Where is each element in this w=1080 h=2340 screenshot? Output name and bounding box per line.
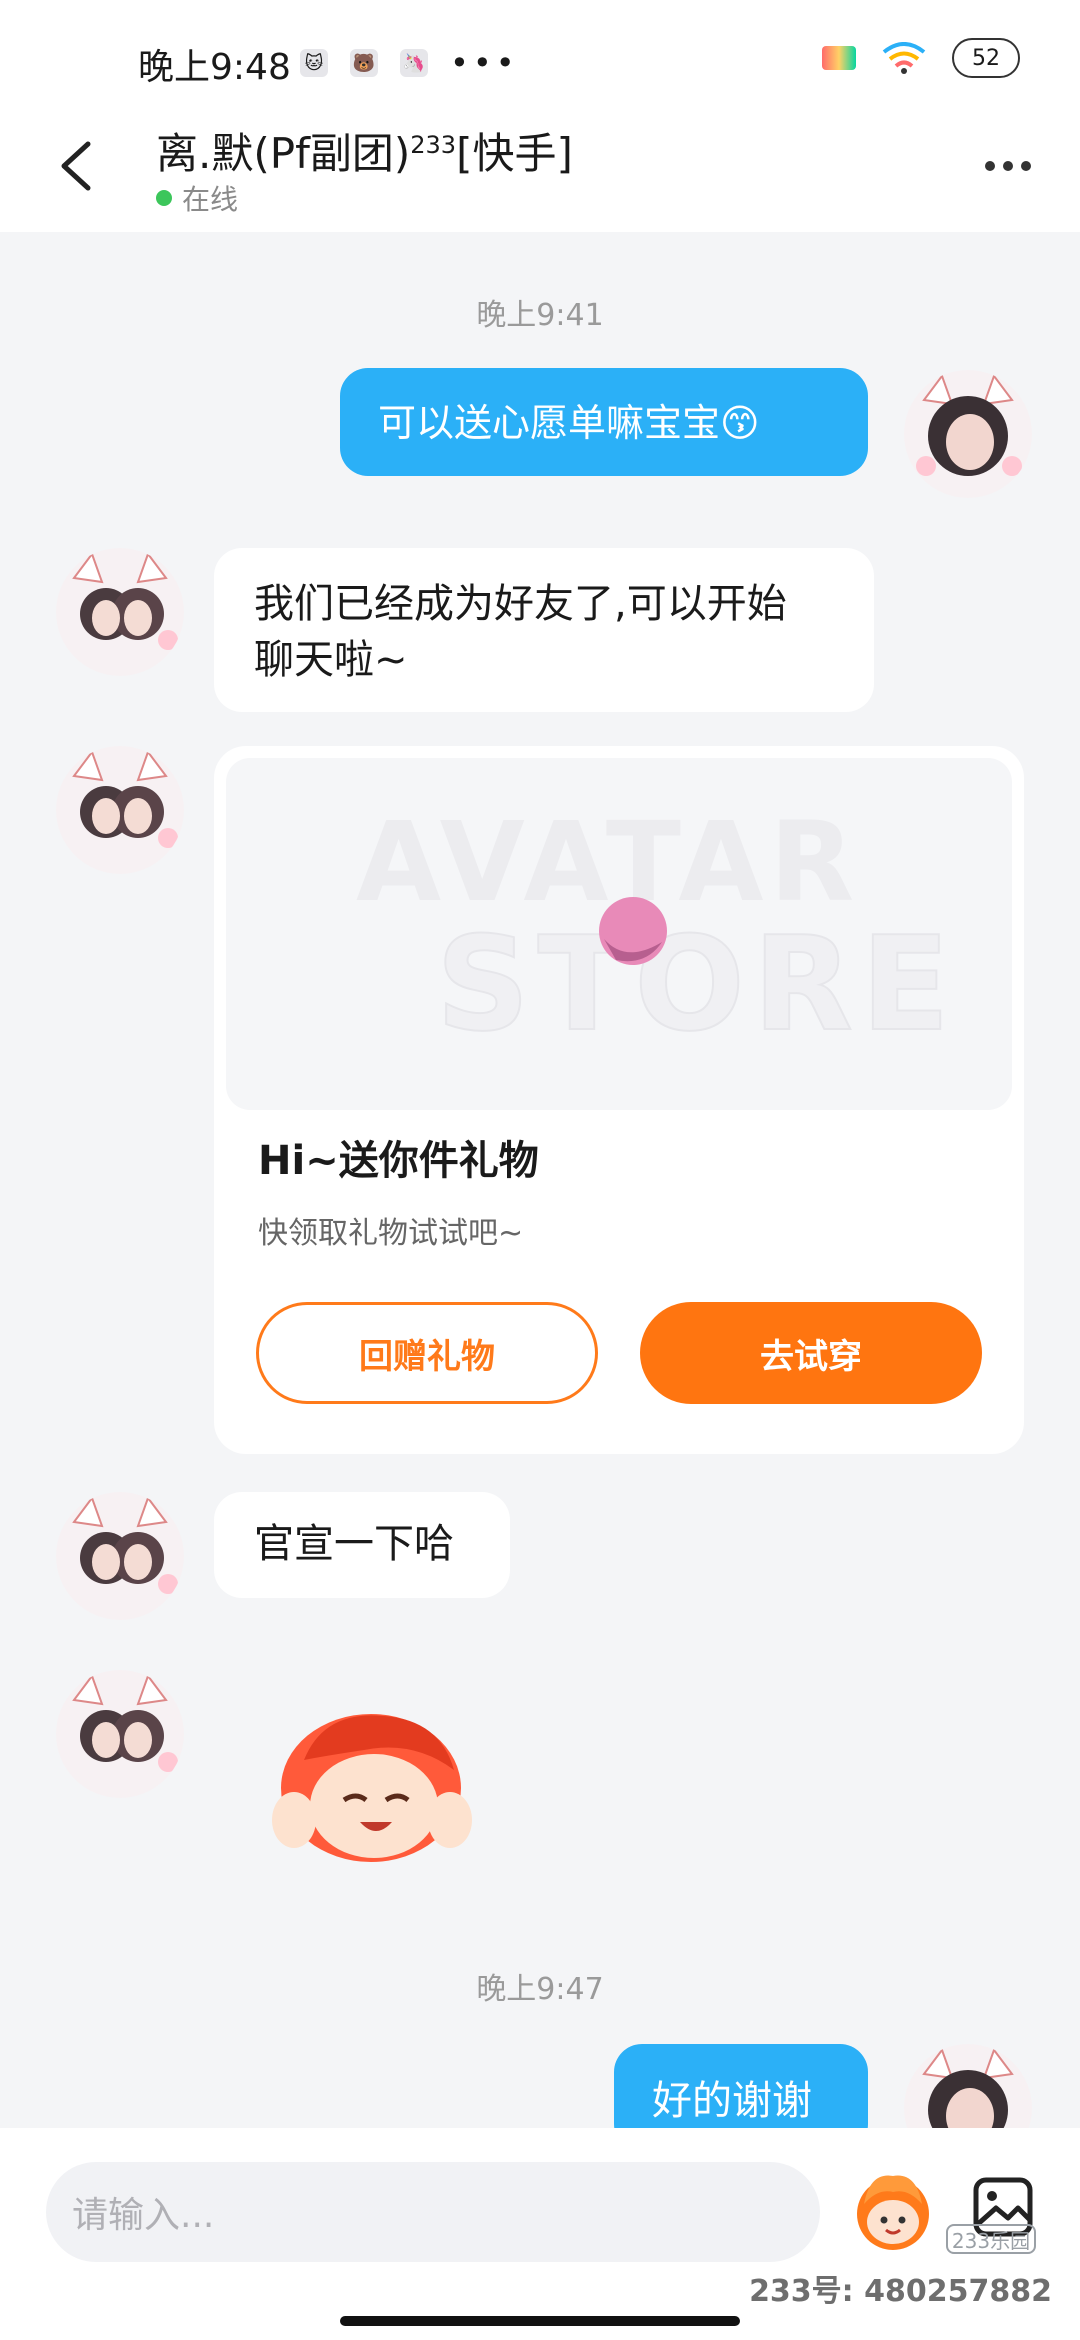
presence-status: 在线 [156,178,238,218]
contact-level: 233 [410,131,457,159]
watermark-logo: 233乐园 [946,2224,1036,2254]
chat-title: 离.默(Pf副团)233[快手] [156,120,573,181]
status-time: 晚上9:48 [138,47,291,88]
contact-avatar[interactable] [56,1670,184,1798]
presence-label: 在线 [182,183,239,216]
emoji-icon[interactable] [850,2168,936,2254]
message-bubble-outgoing[interactable]: 可以送心愿单嘛宝宝😙 [340,368,868,476]
app-notification-icon: 🐻 [350,49,378,77]
status-notification-icons: 🐱 🐻 🦄 ••• [300,44,519,82]
gift-card[interactable]: AVATAR STORE Hi~送你件礼物 快领取礼物试试吧~ 回赠礼物 去试穿 [214,746,1024,1454]
sim-icon [822,46,856,70]
more-notifications-icon: ••• [450,44,519,82]
home-indicator[interactable] [340,2316,740,2326]
self-avatar[interactable] [904,370,1032,498]
message-text-line: 我们已经成为好友了,可以开始 [254,581,787,627]
back-arrow-icon[interactable] [52,138,100,194]
contact-platform: [快手] [456,129,573,178]
try-on-button[interactable]: 去试穿 [640,1302,982,1404]
watermark-text: STORE [435,907,958,1061]
online-dot-icon [156,190,172,206]
timestamp: 晚上9:47 [476,1972,604,2007]
status-system-icons: 52 [822,38,1020,78]
contact-name: 离.默(Pf副团) [156,129,411,178]
app-notification-icon: 🐱 [300,49,328,77]
sticker-image[interactable] [264,1690,478,1870]
gift-title: Hi~送你件礼物 [258,1138,539,1184]
gift-image: AVATAR STORE [226,758,1012,1110]
message-bubble-incoming[interactable]: 官宣一下哈 [214,1492,510,1598]
message-text-line: 聊天啦~ [254,637,408,683]
message-input[interactable]: 请输入... [46,2162,820,2262]
timestamp: 晚上9:41 [476,298,604,333]
contact-avatar[interactable] [56,1492,184,1620]
chat-header: 晚上9:48 🐱 🐻 🦄 ••• 52 离.默(Pf副团)233[快手] 在线 [0,0,1080,232]
return-gift-button[interactable]: 回赠礼物 [256,1302,598,1404]
message-bubble-incoming[interactable]: 我们已经成为好友了,可以开始 聊天啦~ [214,548,874,712]
gift-subtitle: 快领取礼物试试吧~ [258,1216,524,1251]
input-bar: 请输入... 233乐园 233号: 480257882 [0,2128,1080,2340]
watermark-id: 233号: 480257882 [749,2274,1052,2309]
contact-avatar[interactable] [56,548,184,676]
loading-ball-icon [599,897,667,965]
more-options-icon[interactable] [978,148,1038,184]
app-notification-icon: 🦄 [400,49,428,77]
battery-indicator: 52 [952,38,1020,78]
wifi-icon [882,42,926,74]
contact-avatar[interactable] [56,746,184,874]
